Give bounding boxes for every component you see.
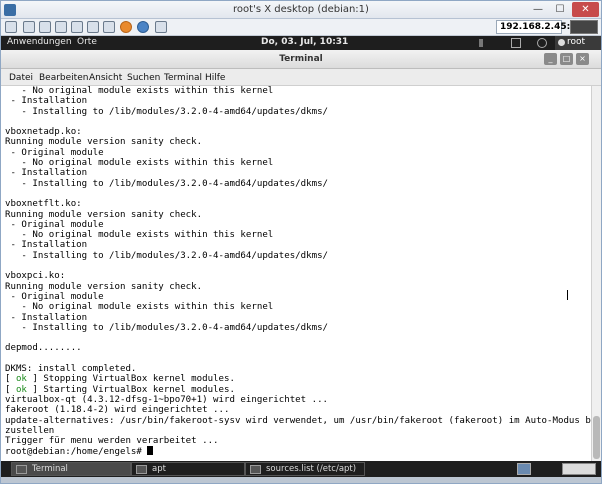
accessibility-icon[interactable] <box>537 38 547 48</box>
vnc-titlebar[interactable]: root's X desktop (debian:1) — ☐ ✕ <box>1 1 601 19</box>
terminal-minimize-button[interactable]: _ <box>544 53 557 65</box>
menu-datei[interactable]: Datei <box>9 73 33 83</box>
menu-bearbeiten[interactable]: Bearbeiten <box>39 73 88 83</box>
taskbar-item-terminal[interactable]: Terminal <box>11 462 131 476</box>
terminal-line: DKMS: install completed. <box>5 364 137 375</box>
info-icon[interactable] <box>137 21 149 33</box>
taskbar-item-sources-list[interactable]: sources.list (/etc/apt) -... <box>245 462 365 484</box>
terminal-line: - Installation <box>5 240 88 251</box>
mouse-ibeam-cursor <box>567 290 572 300</box>
vnc-close-button[interactable]: ✕ <box>572 2 599 17</box>
terminal-line: fakeroot (1.18.4-2) wird eingerichtet ..… <box>5 405 230 416</box>
vnc-address-field[interactable]: 192.168.2.45:1 <box>496 20 576 34</box>
refresh-icon[interactable] <box>55 21 67 33</box>
home-icon[interactable] <box>87 21 99 33</box>
terminal-line: - No original module exists within this … <box>5 302 274 313</box>
taskbar-item-apt[interactable]: apt <box>131 462 245 476</box>
menu-hilfe[interactable]: Hilfe <box>205 73 225 83</box>
terminal-line: [ ok ] Stopping VirtualBox kernel module… <box>5 374 235 385</box>
terminal-output[interactable]: - No original module exists within this … <box>1 86 591 461</box>
terminal-scrollbar[interactable] <box>591 86 601 461</box>
terminal-line: - Installing to /lib/modules/3.2.0-4-amd… <box>5 322 329 333</box>
gnome-top-panel: Anwendungen Orte Do, 03. Jul, 10:31 root <box>1 36 601 50</box>
ok-status: ok <box>15 374 27 385</box>
terminal-line: - Original module <box>5 291 104 302</box>
terminal-line: - Installing to /lib/modules/3.2.0-4-amd… <box>5 106 329 117</box>
user-icon <box>558 39 565 46</box>
terminal-close-button[interactable]: × <box>576 53 589 65</box>
terminal-line: - Installation <box>5 96 88 107</box>
new-connection-icon[interactable] <box>5 21 17 33</box>
scrollbar-thumb[interactable] <box>593 416 600 459</box>
terminal-lines: - No original module exists within this … <box>5 86 591 458</box>
options-icon[interactable] <box>23 21 35 33</box>
terminal-line: vboxpci.ko: <box>5 271 66 282</box>
terminal-line: - Installing to /lib/modules/3.2.0-4-amd… <box>5 250 329 261</box>
terminal-line: [ ok ] Starting VirtualBox kernel module… <box>5 384 235 395</box>
workspace-switcher[interactable] <box>562 463 596 475</box>
folder-icon <box>136 465 147 474</box>
vnc-status-strip <box>1 477 601 483</box>
terminal-line: depmod........ <box>5 343 82 354</box>
menu-terminal[interactable]: Terminal <box>164 73 202 83</box>
user-menu[interactable]: root <box>555 36 601 50</box>
taskbar-item-label: apt <box>152 464 166 474</box>
gnome-taskbar: Terminal apt sources.list (/etc/apt) -..… <box>1 461 601 484</box>
terminal-line: - Original module <box>5 219 104 230</box>
terminal-line: Running module version sanity check. <box>5 209 203 220</box>
applications-menu[interactable]: Anwendungen <box>7 37 72 47</box>
fullscreen-icon[interactable] <box>155 21 167 33</box>
show-desktop-icon[interactable] <box>517 463 531 475</box>
vnc-minimize-button[interactable]: — <box>527 2 549 17</box>
terminal-titlebar[interactable]: Terminal _ □ × <box>1 50 601 69</box>
ctrl-alt-del-icon[interactable] <box>71 21 83 33</box>
terminal-line: Trigger für menu werden verarbeitet ... <box>5 436 219 447</box>
terminal-line: - Original module <box>5 147 104 158</box>
places-menu[interactable]: Orte <box>77 37 97 47</box>
terminal-line: Running module version sanity check. <box>5 281 203 292</box>
text-cursor <box>147 446 154 456</box>
terminal-line: virtualbox-qt (4.3.12-dfsg-1~bpo70+1) wi… <box>5 394 329 405</box>
terminal-line: - No original module exists within this … <box>5 86 274 96</box>
text-editor-icon <box>250 465 261 474</box>
taskbar-item-label: Terminal <box>32 464 68 474</box>
terminal-line: Running module version sanity check. <box>5 137 203 148</box>
terminal-line: root@debian:/home/engels# <box>5 446 589 457</box>
ok-status: ok <box>15 384 27 395</box>
terminal-line: vboxnetflt.ko: <box>5 199 82 210</box>
terminal-line: update-alternatives: /usr/bin/fakeroot-s… <box>5 415 591 426</box>
terminal-title: Terminal <box>279 54 323 64</box>
terminal-line: zustellen <box>5 425 55 436</box>
vnc-window-title: root's X desktop (debian:1) <box>233 4 369 15</box>
terminal-line: - No original module exists within this … <box>5 158 274 169</box>
lock-icon[interactable] <box>103 21 115 33</box>
terminal-line: - Installation <box>5 168 88 179</box>
panel-clock[interactable]: Do, 03. Jul, 10:31 <box>261 37 348 47</box>
record-icon[interactable] <box>120 21 132 33</box>
terminal-line: - Installation <box>5 312 88 323</box>
vnc-thumbnail[interactable] <box>570 20 598 34</box>
terminal-maximize-button[interactable]: □ <box>560 53 573 65</box>
terminal-menubar: Datei Bearbeiten Ansicht Suchen Terminal… <box>1 69 601 86</box>
vnc-maximize-button[interactable]: ☐ <box>549 2 571 17</box>
terminal-line: - Installing to /lib/modules/3.2.0-4-amd… <box>5 178 329 189</box>
terminal-line: - No original module exists within this … <box>5 230 274 241</box>
terminal-line: vboxnetadp.ko: <box>5 127 82 138</box>
menu-ansicht[interactable]: Ansicht <box>89 73 122 83</box>
vnc-viewer-window: root's X desktop (debian:1) — ☐ ✕ 192.16… <box>0 0 602 484</box>
vnc-toolbar: 192.168.2.45:1 <box>1 19 601 36</box>
volume-icon[interactable] <box>479 39 488 47</box>
menu-suchen[interactable]: Suchen <box>127 73 160 83</box>
scissors-icon[interactable] <box>39 21 51 33</box>
terminal-window: Terminal _ □ × Datei Bearbeiten Ansicht … <box>1 50 601 461</box>
network-icon[interactable] <box>511 38 521 48</box>
user-name: root <box>567 37 586 47</box>
terminal-icon <box>16 465 27 474</box>
